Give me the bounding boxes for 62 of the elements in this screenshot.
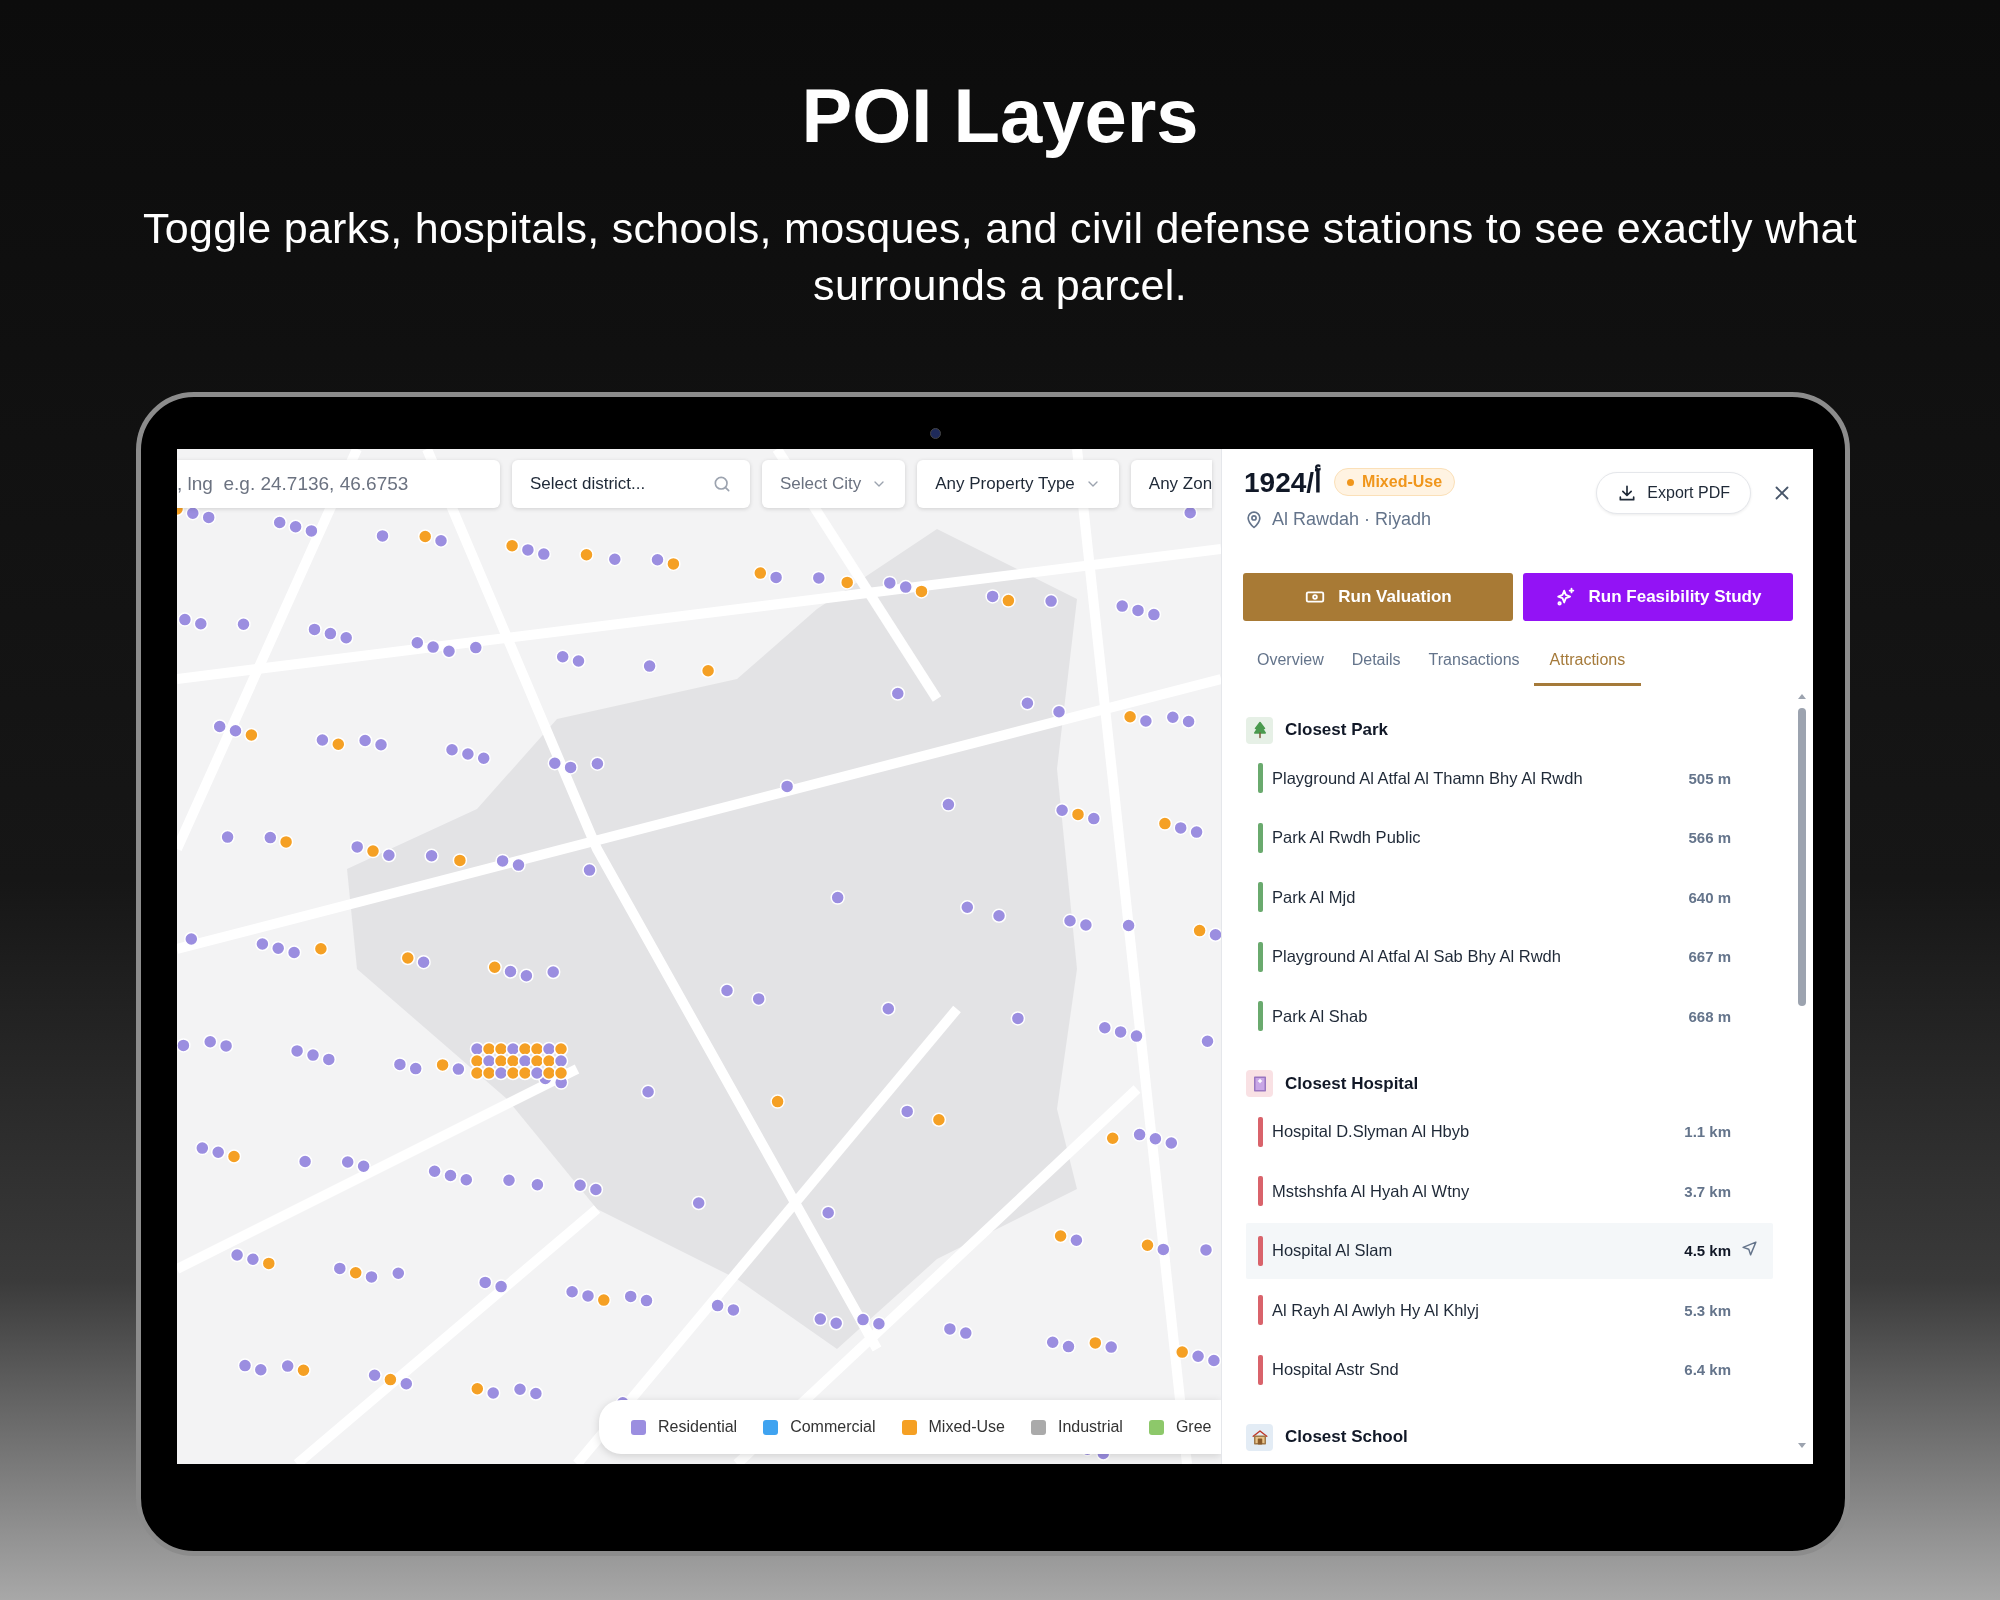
dropdown[interactable]: Select City: [762, 460, 906, 508]
page-subtitle: Toggle parks, hospitals, schools, mosques, and civil defense stations to see exactly what surrounds a parcel.: [141, 203, 1859, 311]
download-icon: [1617, 483, 1638, 503]
attraction-row[interactable]: Playground Al Atfal Al Thamn Bhy Al Rwdh 505 m: [1246, 750, 1773, 806]
export-pdf-button[interactable]: Export PDF: [1596, 472, 1751, 514]
legend-label: Residential: [658, 1418, 738, 1436]
location-pin-icon: [1244, 509, 1264, 530]
attraction-name: Park Al Shab: [1272, 1006, 1369, 1026]
district-search-field[interactable]: Select district...: [512, 460, 750, 508]
tab[interactable]: Transactions: [1414, 639, 1534, 686]
attraction-name: Hospital Astr Snd: [1272, 1360, 1400, 1379]
distance: 1.1 km: [1684, 1123, 1731, 1140]
coordinate-field[interactable]: , lng e.g. 24.7136, 46.6753: [177, 460, 500, 508]
search-icon: [712, 474, 732, 494]
attraction-row[interactable]: Park Al Shab 668 m: [1246, 988, 1773, 1044]
legend-label: Gree: [1175, 1418, 1212, 1436]
attraction-row[interactable]: Playground Al Atfal Al Sab Bhy Al Rwdh 667 m: [1246, 928, 1773, 985]
page-title: POI Layers: [800, 76, 1200, 156]
distance: 4.5 km: [1684, 1242, 1731, 1259]
run-feasibility-button[interactable]: Run Feasibility Study: [1523, 573, 1793, 621]
dropdown[interactable]: Any Property Type: [917, 460, 1119, 508]
attraction-row[interactable]: Al Rayh Al Awlyh Hy Al Khlyj 5.3 km: [1246, 1282, 1773, 1338]
tab[interactable]: Details: [1337, 639, 1415, 686]
attraction-name: Playground Al Atfal Al Sab Bhy Al Rwdh: [1272, 947, 1562, 966]
sparkle-icon: [1554, 586, 1577, 608]
distance: 3.7 km: [1684, 1182, 1731, 1200]
attraction-row[interactable]: Mstshshfa Al Hyah Al Wtny 3.7 km: [1246, 1163, 1773, 1219]
zoning-badge: Mixed-Use: [1334, 468, 1456, 496]
section-title: Closest School: [1285, 1427, 1408, 1447]
tab[interactable]: Overview: [1243, 639, 1338, 686]
legend-label: Industrial: [1057, 1418, 1123, 1436]
attraction-row[interactable]: Hospital D.Slyman Al Hbyb 1.1 km: [1246, 1103, 1773, 1160]
dropdown[interactable]: Any Zon: [1130, 460, 1213, 508]
attraction-name: Al Rayh Al Awlyh Hy Al Khlyj: [1272, 1300, 1480, 1320]
distance: 640 m: [1688, 888, 1731, 906]
distance: 668 m: [1688, 1007, 1731, 1025]
attraction-name: Hospital Al Slam: [1272, 1241, 1394, 1260]
camera-icon: [930, 428, 941, 439]
legend-label: Commercial: [790, 1418, 876, 1436]
attraction-name: Hospital D.Slyman Al Hbyb: [1272, 1122, 1471, 1141]
legend-label: Mixed-Use: [928, 1418, 1005, 1436]
parcel-location: Al Rawdah · Riyadh: [1272, 509, 1432, 530]
attraction-name: Mstshshfa Al Hyah Al Wtny: [1272, 1181, 1471, 1201]
attraction-name: Park Al Rwdh Public: [1272, 828, 1422, 847]
attraction-row[interactable]: Hospital Astr Snd 6.4 km: [1246, 1341, 1773, 1398]
distance: 505 m: [1688, 769, 1731, 787]
attraction-name: Playground Al Atfal Al Thamn Bhy Al Rwdh: [1272, 768, 1584, 788]
attraction-row[interactable]: Park Al Mjd 640 m: [1246, 869, 1773, 925]
parcel-title: 1924/أ: [1244, 465, 1323, 499]
section-title: Closest Hospital: [1285, 1073, 1419, 1094]
attraction-name: Park Al Mjd: [1272, 887, 1357, 907]
attraction-row[interactable]: Hospital Al Slam 4.5 km: [1246, 1222, 1773, 1279]
distance: 566 m: [1688, 829, 1731, 846]
tab[interactable]: Attractions: [1533, 639, 1642, 686]
attraction-row[interactable]: Park Al Rwdh Public 566 m: [1246, 809, 1773, 866]
distance: 6.4 km: [1684, 1361, 1731, 1378]
school-icon: [1250, 1428, 1269, 1446]
run-valuation-button[interactable]: Run Valuation: [1243, 573, 1513, 621]
section-title: Closest Park: [1285, 720, 1388, 740]
navigation-arrow-icon: [1741, 1240, 1758, 1257]
distance: 5.3 km: [1684, 1301, 1731, 1319]
distance: 667 m: [1688, 948, 1731, 965]
